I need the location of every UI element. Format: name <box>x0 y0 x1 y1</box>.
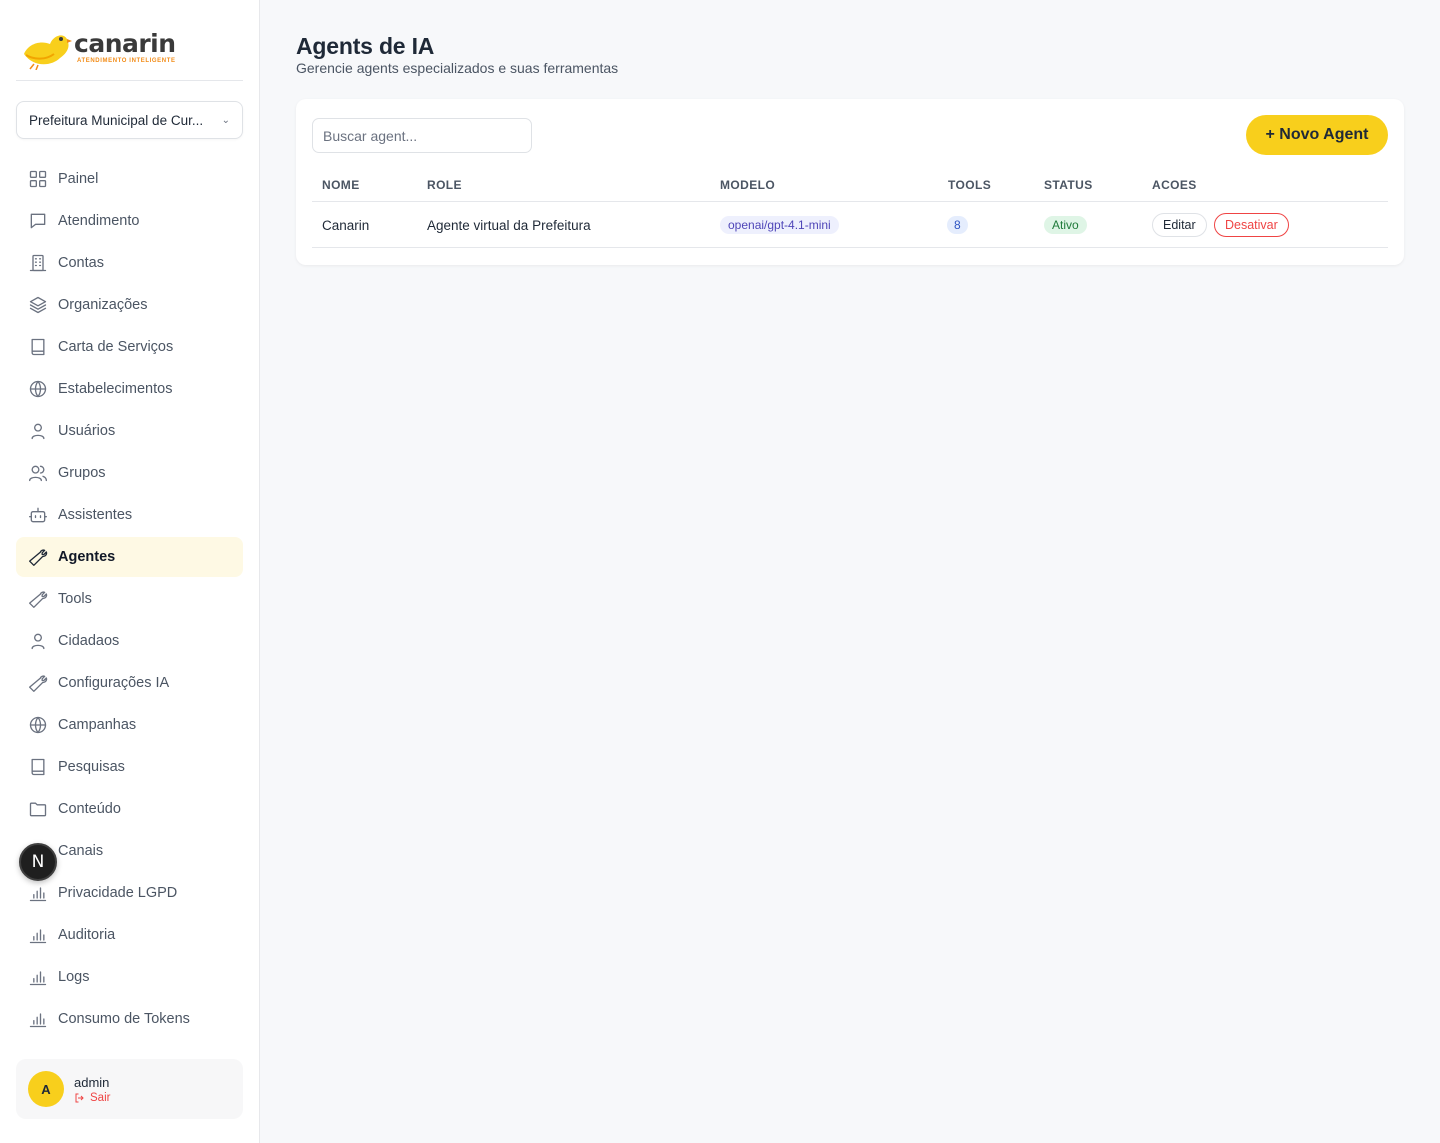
organization-select[interactable]: Prefeitura Municipal de Cur... ⌄ <box>16 101 243 139</box>
bar-chart-icon <box>29 887 47 902</box>
model-badge: openai/gpt-4.1-mini <box>720 216 839 234</box>
sidebar-item-pesquisas[interactable]: Pesquisas <box>16 747 243 787</box>
bot-icon <box>29 507 47 523</box>
sidebar-item-configuracoes-ia[interactable]: Configurações IA <box>16 663 243 703</box>
globe-icon <box>29 716 47 734</box>
column-header-role: ROLE <box>427 178 462 192</box>
sidebar-item-tools[interactable]: Tools <box>16 579 243 619</box>
sidebar-item-contas[interactable]: Contas <box>16 243 243 283</box>
sidebar-nav: Painel Atendimento Contas Organizações C… <box>16 159 243 1041</box>
sidebar-item-label: Pesquisas <box>58 759 125 775</box>
new-agent-button[interactable]: + Novo Agent <box>1246 115 1388 155</box>
column-header-nome: NOME <box>322 178 360 192</box>
deactivate-button[interactable]: Desativar <box>1214 213 1289 237</box>
sidebar-item-label: Campanhas <box>58 717 137 733</box>
sidebar-item-label: Cidadaos <box>58 633 120 649</box>
globe-icon <box>29 380 47 398</box>
bar-chart-icon <box>29 971 47 986</box>
sidebar-item-label: Usuários <box>58 423 116 439</box>
sidebar-item-label: Privacidade LGPD <box>58 885 178 901</box>
wrench-icon <box>29 549 48 566</box>
chat-icon <box>30 213 46 229</box>
sidebar-item-label: Conteúdo <box>58 801 121 817</box>
column-header-acoes: ACOES <box>1152 178 1197 192</box>
book-icon <box>31 338 45 356</box>
sidebar-item-label: Carta de Serviços <box>58 339 174 355</box>
chevron-down-icon: ⌄ <box>221 114 230 126</box>
table-row: Canarin Agente virtual da Prefeitura ope… <box>312 202 1388 248</box>
logout-button[interactable]: Sair <box>74 1092 110 1104</box>
agent-role: Agente virtual da Prefeitura <box>427 218 591 233</box>
sidebar-item-carta-de-servicos[interactable]: Carta de Serviços <box>16 327 243 367</box>
agents-card: + Novo Agent NOME ROLE MODELO TOOLS STAT… <box>296 99 1404 265</box>
users-icon <box>29 465 47 482</box>
wrench-icon <box>29 675 48 692</box>
page-title: Agents de IA <box>296 33 435 59</box>
grid-icon <box>29 170 47 188</box>
status-badge: Ativo <box>1044 216 1087 234</box>
sidebar-item-label: Painel <box>58 171 99 187</box>
column-header-status: STATUS <box>1044 178 1093 192</box>
divider <box>16 80 243 81</box>
agents-table: NOME ROLE MODELO TOOLS STATUS ACOES Cana… <box>312 169 1388 248</box>
edit-button[interactable]: Editar <box>1152 213 1207 237</box>
sidebar-item-usuarios[interactable]: Usuários <box>16 411 243 451</box>
sidebar-item-painel[interactable]: Painel <box>16 159 243 199</box>
sidebar: canarin ATENDIMENTO INTELIGENTE Prefeitu… <box>0 0 260 1143</box>
layers-icon <box>29 296 47 314</box>
building-icon <box>29 254 47 272</box>
user-card: A admin Sair <box>16 1059 243 1119</box>
wrench-icon <box>29 591 48 608</box>
logout-label: Sair <box>90 1091 111 1104</box>
sidebar-item-label: Configurações IA <box>58 675 170 691</box>
bar-chart-icon <box>29 1013 47 1028</box>
table-header: NOME ROLE MODELO TOOLS STATUS ACOES <box>312 169 1388 202</box>
sidebar-item-grupos[interactable]: Grupos <box>16 453 243 493</box>
sidebar-item-label: Auditoria <box>58 927 116 943</box>
sidebar-item-label: Logs <box>58 969 90 985</box>
avatar: A <box>28 1071 64 1107</box>
sidebar-item-label: Organizações <box>58 297 148 313</box>
column-header-tools: TOOLS <box>948 178 992 192</box>
sidebar-item-label: Grupos <box>58 465 106 481</box>
sidebar-item-estabelecimentos[interactable]: Estabelecimentos <box>16 369 243 409</box>
sidebar-item-label: Atendimento <box>58 213 140 229</box>
nextjs-dev-badge[interactable]: N <box>19 843 57 881</box>
sidebar-item-label: Assistentes <box>58 507 133 523</box>
canary-bird-icon <box>24 35 72 70</box>
sidebar-item-label: Consumo de Tokens <box>58 1011 190 1027</box>
sidebar-item-logs[interactable]: Logs <box>16 957 243 997</box>
sidebar-item-cidadaos[interactable]: Cidadaos <box>16 621 243 661</box>
bar-chart-icon <box>29 929 47 944</box>
sidebar-item-campanhas[interactable]: Campanhas <box>16 705 243 745</box>
sidebar-item-agentes[interactable]: Agentes <box>16 537 243 577</box>
user-icon <box>31 423 45 440</box>
sidebar-item-privacidade-lgpd[interactable]: Privacidade LGPD <box>16 873 243 913</box>
book-icon <box>31 758 45 776</box>
sidebar-item-conteudo[interactable]: Conteúdo <box>16 789 243 829</box>
agent-name: Canarin <box>322 218 370 233</box>
logout-icon <box>75 1093 84 1102</box>
organization-select-value: Prefeitura Municipal de Cur... <box>29 112 204 128</box>
brand-name: canarin <box>74 29 176 58</box>
folder-icon <box>29 802 47 817</box>
sidebar-item-assistentes[interactable]: Assistentes <box>16 495 243 535</box>
page-subtitle: Gerencie agents especializados e suas fe… <box>296 60 619 76</box>
sidebar-item-label: Contas <box>58 255 104 271</box>
sidebar-item-auditoria[interactable]: Auditoria <box>16 915 243 955</box>
sidebar-item-label: Estabelecimentos <box>58 381 173 397</box>
sidebar-item-organizacoes[interactable]: Organizações <box>16 285 243 325</box>
column-header-modelo: MODELO <box>720 178 776 192</box>
sidebar-item-label: Tools <box>58 591 92 607</box>
search-input[interactable] <box>312 118 532 153</box>
sidebar-item-label: Agentes <box>58 549 116 565</box>
user-icon <box>31 633 45 650</box>
brand-tagline: ATENDIMENTO INTELIGENTE <box>77 58 176 64</box>
user-name: admin <box>74 1074 110 1090</box>
sidebar-item-consumo-de-tokens[interactable]: Consumo de Tokens <box>16 999 243 1039</box>
canarin-logo[interactable]: canarin ATENDIMENTO INTELIGENTE <box>20 24 176 70</box>
sidebar-item-atendimento[interactable]: Atendimento <box>16 201 243 241</box>
tools-count-badge: 8 <box>947 216 968 234</box>
sidebar-item-label: Canais <box>58 843 104 859</box>
